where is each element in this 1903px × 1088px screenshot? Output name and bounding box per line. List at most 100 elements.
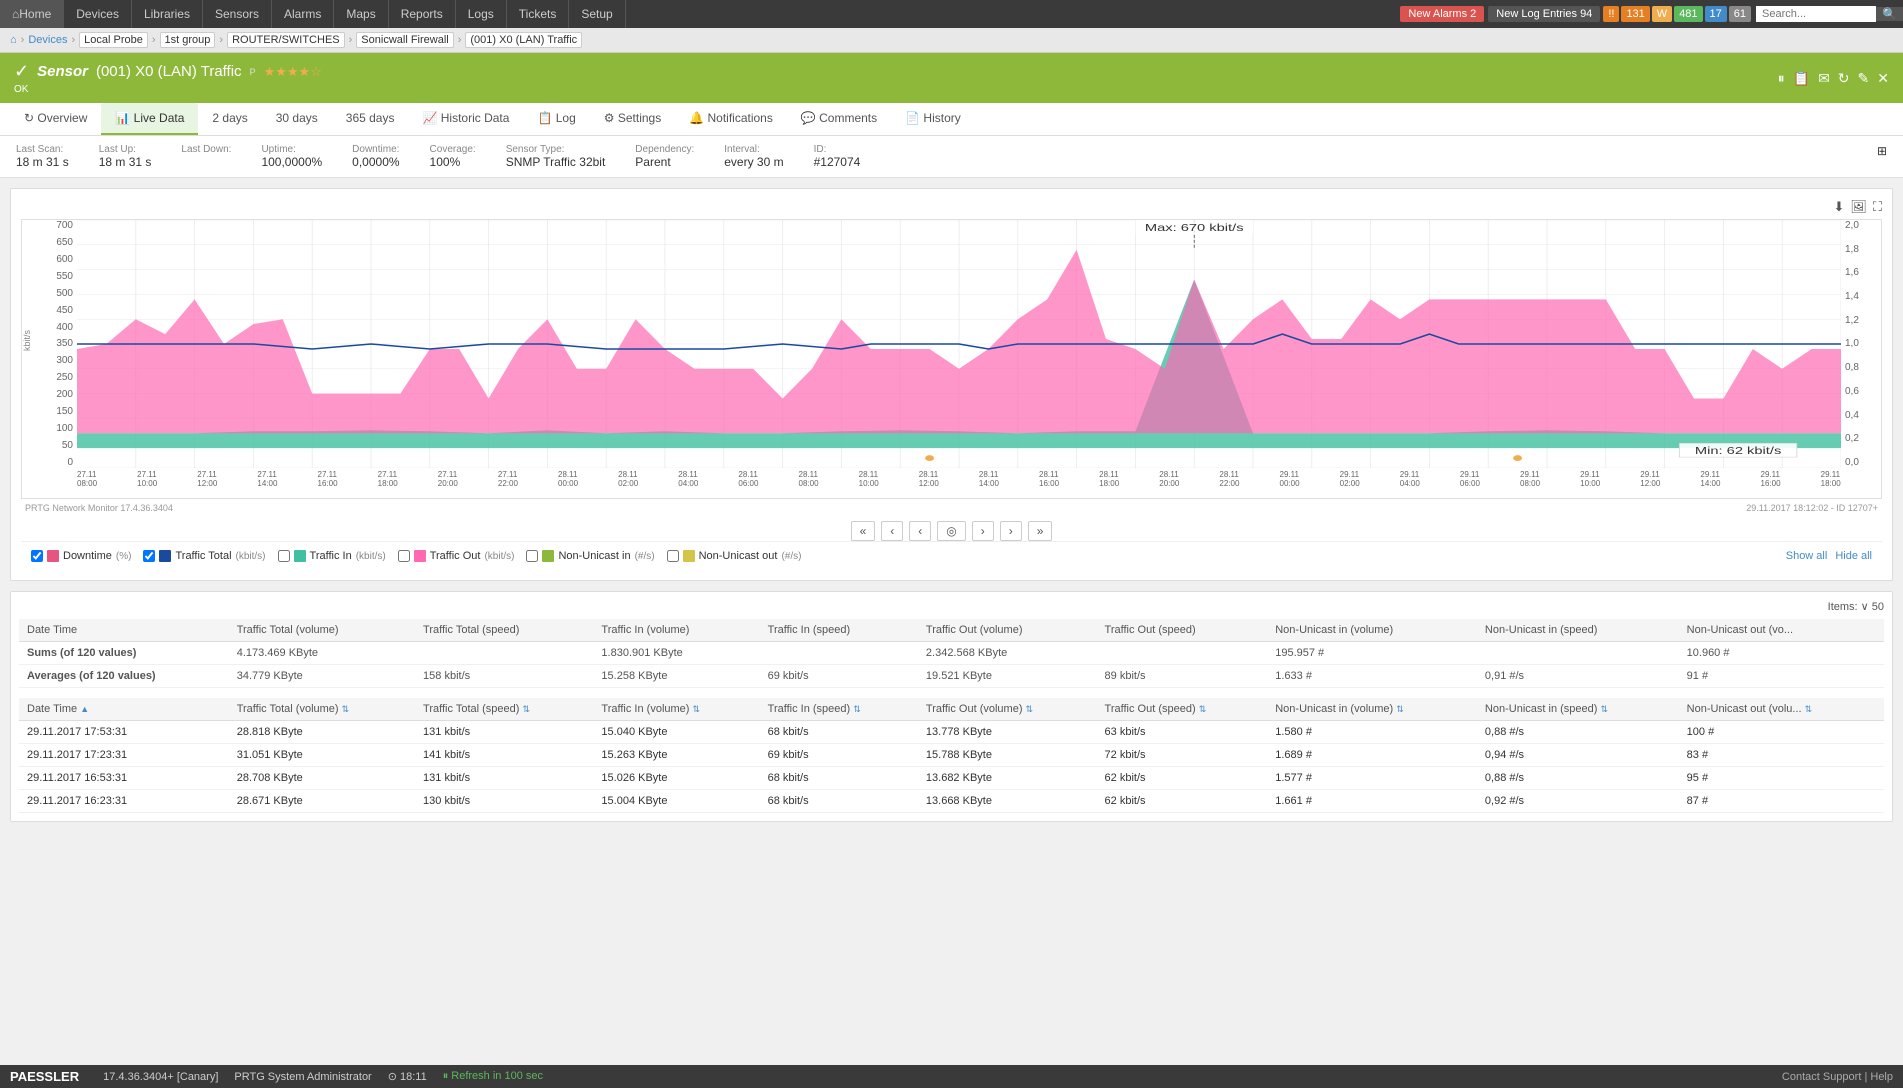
col-datetime[interactable]: Date Time	[19, 619, 229, 642]
row2-tt-spd: 141 kbit/s	[415, 744, 593, 767]
last-up-label: Last Up:	[99, 144, 152, 155]
breadcrumb-probe-dropdown[interactable]: Local Probe	[79, 32, 148, 48]
show-all-link[interactable]: Show all	[1786, 550, 1828, 562]
sensor-email-button[interactable]: ✉	[1818, 70, 1830, 87]
avg-to-vol: 19.521 KByte	[918, 665, 1097, 688]
tab-overview[interactable]: ↻ Overview	[10, 103, 101, 135]
sensor-stars[interactable]: ★★★★☆	[264, 64, 322, 80]
sensor-delete-button[interactable]: ✕	[1877, 70, 1889, 87]
col-datetime-sorted[interactable]: Date Time ▲	[19, 698, 229, 721]
legend-non-unicast-out-checkbox[interactable]	[667, 550, 679, 562]
data-table: Date Time Traffic Total (volume) Traffic…	[19, 619, 1884, 813]
row2-nui-vol: 1.689 #	[1267, 744, 1477, 767]
col-to-vol[interactable]: Traffic Out (volume)	[918, 619, 1097, 642]
col-tt-vol[interactable]: Traffic Total (volume)	[229, 619, 415, 642]
sensor-pause-button[interactable]: ⏸	[1778, 70, 1785, 87]
search-icon[interactable]: 🔍	[1876, 7, 1903, 21]
nav-libraries[interactable]: Libraries	[132, 0, 203, 28]
tab-live-data[interactable]: 📊 Live Data	[101, 103, 198, 135]
avg-to-spd: 89 kbit/s	[1097, 665, 1268, 688]
nav-devices[interactable]: Devices	[64, 0, 132, 28]
col-nui-spd-s[interactable]: Non-Unicast in (speed) ⇅	[1477, 698, 1679, 721]
footer-refresh[interactable]: ⏸ Refresh in 100 sec	[443, 1070, 543, 1083]
nav-tickets[interactable]: Tickets	[507, 0, 570, 28]
chart-nav-last[interactable]: »	[1028, 521, 1053, 541]
col-nui-vol-s[interactable]: Non-Unicast in (volume) ⇅	[1267, 698, 1477, 721]
col-nuo-vol[interactable]: Non-Unicast out (vo...	[1679, 619, 1884, 642]
chart-image-icon[interactable]: 🖼	[1850, 199, 1867, 215]
col-tt-spd[interactable]: Traffic Total (speed)	[415, 619, 593, 642]
chart-nav-next-large[interactable]: ›	[1000, 521, 1022, 541]
breadcrumb-home[interactable]: ⌂	[10, 34, 17, 46]
tab-notifications[interactable]: 🔔 Notifications	[675, 103, 787, 135]
new-alarms-badge[interactable]: New Alarms 2	[1400, 6, 1484, 22]
sensor-refresh-button[interactable]: ↻	[1838, 70, 1850, 87]
count-481-badge[interactable]: 481	[1674, 6, 1702, 22]
sensor-edit-button[interactable]: ✎	[1858, 70, 1870, 87]
nav-logs[interactable]: Logs	[456, 0, 507, 28]
chart-nav-next[interactable]: ›	[972, 521, 994, 541]
tab-comments[interactable]: 💬 Comments	[787, 103, 891, 135]
breadcrumb-device-dropdown[interactable]: ROUTER/SWITCHES	[227, 32, 345, 48]
help-link[interactable]: Help	[1870, 1071, 1893, 1083]
nav-alarms[interactable]: Alarms	[272, 0, 334, 28]
tab-30days[interactable]: 30 days	[262, 103, 332, 135]
tab-365days[interactable]: 365 days	[332, 103, 409, 135]
chart-nav-center[interactable]: ◎	[937, 521, 965, 541]
breadcrumb-sensor-dropdown[interactable]: (001) X0 (LAN) Traffic	[465, 32, 582, 48]
tab-history[interactable]: 📄 History	[891, 103, 975, 135]
new-log-entries-badge[interactable]: New Log Entries 94	[1488, 6, 1600, 22]
row2-nuo-vol: 83 #	[1679, 744, 1884, 767]
info-grid-icon[interactable]: ⊞	[1877, 144, 1887, 169]
sensor-clipboard-button[interactable]: 📋	[1793, 70, 1810, 87]
count-131-badge[interactable]: 131	[1621, 6, 1649, 22]
col-nui-vol[interactable]: Non-Unicast in (volume)	[1267, 619, 1477, 642]
sums-to-vol: 2.342.568 KByte	[918, 642, 1097, 665]
nav-setup[interactable]: Setup	[569, 0, 625, 28]
exclaim-badge[interactable]: !!	[1603, 6, 1619, 22]
count-61-badge[interactable]: 61	[1729, 6, 1751, 22]
col-to-vol-s[interactable]: Traffic Out (volume) ⇅	[918, 698, 1097, 721]
tab-settings[interactable]: ⚙ Settings	[590, 103, 675, 135]
legend-traffic-in-checkbox[interactable]	[278, 550, 290, 562]
col-nui-spd[interactable]: Non-Unicast in (speed)	[1477, 619, 1679, 642]
sensor-parent-icon: P	[250, 67, 256, 77]
search-input[interactable]	[1756, 6, 1876, 22]
chart-expand-icon[interactable]: ⛶	[1873, 199, 1882, 215]
sensor-title: ✓ Sensor (001) X0 (LAN) Traffic P ★★★★☆	[14, 61, 322, 82]
legend-traffic-out-checkbox[interactable]	[398, 550, 410, 562]
legend-traffic-total-checkbox[interactable]	[143, 550, 155, 562]
tab-2days[interactable]: 2 days	[198, 103, 261, 135]
col-to-spd-s[interactable]: Traffic Out (speed) ⇅	[1097, 698, 1268, 721]
col-ti-spd-s[interactable]: Traffic In (speed) ⇅	[760, 698, 918, 721]
nav-maps[interactable]: Maps	[334, 0, 388, 28]
tab-historic[interactable]: 📈 Historic Data	[408, 103, 523, 135]
col-ti-spd[interactable]: Traffic In (speed)	[760, 619, 918, 642]
legend-links: Show all Hide all	[1786, 550, 1872, 562]
breadcrumb-devices[interactable]: Devices	[28, 34, 67, 46]
chart-nav-prev-large[interactable]: ‹	[881, 521, 903, 541]
table-items-count: Items: ∨ 50	[19, 600, 1884, 613]
chart-download-icon[interactable]: ⬇	[1833, 199, 1844, 215]
chart-nav-first[interactable]: «	[851, 521, 876, 541]
col-ti-vol[interactable]: Traffic In (volume)	[593, 619, 759, 642]
w-badge[interactable]: W	[1652, 6, 1672, 22]
col-tt-spd-s[interactable]: Traffic Total (speed) ⇅	[415, 698, 593, 721]
col-to-spd[interactable]: Traffic Out (speed)	[1097, 619, 1268, 642]
hide-all-link[interactable]: Hide all	[1835, 550, 1872, 562]
legend-non-unicast-in-checkbox[interactable]	[526, 550, 538, 562]
nav-reports[interactable]: Reports	[389, 0, 456, 28]
col-nuo-vol-s[interactable]: Non-Unicast out (volu... ⇅	[1679, 698, 1884, 721]
col-tt-vol-s[interactable]: Traffic Total (volume) ⇅	[229, 698, 415, 721]
last-scan-label: Last Scan:	[16, 144, 69, 155]
nav-home[interactable]: ⌂ Home	[0, 0, 64, 28]
col-ti-vol-s[interactable]: Traffic In (volume) ⇅	[593, 698, 759, 721]
breadcrumb-group-dropdown[interactable]: 1st group	[160, 32, 216, 48]
contact-support-link[interactable]: Contact Support	[1782, 1071, 1862, 1083]
breadcrumb-firewall-dropdown[interactable]: Sonicwall Firewall	[356, 32, 453, 48]
count-17-badge[interactable]: 17	[1705, 6, 1727, 22]
legend-downtime-checkbox[interactable]	[31, 550, 43, 562]
nav-sensors[interactable]: Sensors	[203, 0, 272, 28]
chart-nav-prev[interactable]: ‹	[909, 521, 931, 541]
tab-log[interactable]: 📋 Log	[523, 103, 589, 135]
